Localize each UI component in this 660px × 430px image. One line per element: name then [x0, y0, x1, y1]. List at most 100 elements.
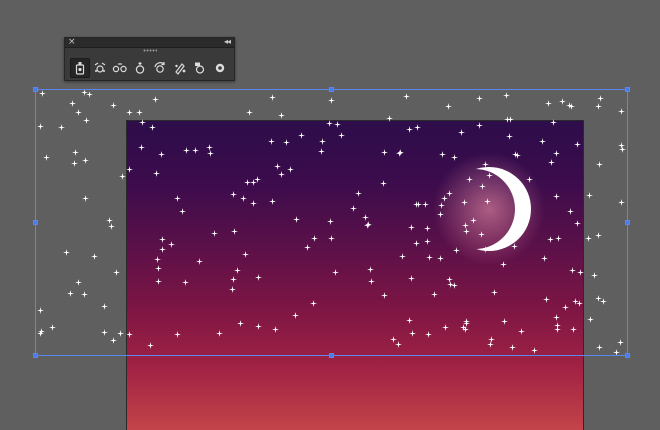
star-symbol[interactable]: [108, 222, 116, 230]
star-symbol[interactable]: [409, 330, 417, 338]
symbol-shifter-icon[interactable]: [90, 58, 109, 78]
star-symbol[interactable]: [158, 236, 166, 244]
star-symbol[interactable]: [311, 235, 319, 243]
panel-titlebar[interactable]: × ◂◂: [65, 37, 234, 48]
star-symbol[interactable]: [425, 254, 433, 262]
star-symbol[interactable]: [596, 161, 604, 169]
star-symbol[interactable]: [407, 223, 415, 231]
star-symbol[interactable]: [152, 170, 160, 178]
star-symbol[interactable]: [547, 159, 555, 167]
star-symbol[interactable]: [136, 108, 144, 116]
star-symbol[interactable]: [267, 137, 275, 145]
star-symbol[interactable]: [303, 243, 311, 251]
star-symbol[interactable]: [586, 316, 594, 324]
star-symbol[interactable]: [74, 278, 82, 286]
star-symbol[interactable]: [125, 330, 133, 338]
symbol-styler-icon[interactable]: [210, 58, 229, 78]
star-symbol[interactable]: [63, 249, 71, 257]
star-symbol[interactable]: [206, 150, 214, 158]
star-symbol[interactable]: [470, 216, 478, 224]
star-symbol[interactable]: [483, 198, 491, 206]
star-symbol[interactable]: [327, 97, 335, 105]
star-symbol[interactable]: [570, 326, 578, 334]
star-symbol[interactable]: [479, 183, 487, 191]
star-symbol[interactable]: [438, 202, 446, 210]
star-symbol[interactable]: [138, 119, 146, 127]
star-symbol[interactable]: [368, 277, 376, 285]
star-symbol[interactable]: [317, 147, 325, 155]
star-symbol[interactable]: [462, 222, 470, 230]
star-symbol[interactable]: [38, 90, 46, 98]
star-symbol[interactable]: [552, 192, 560, 200]
star-symbol[interactable]: [450, 154, 458, 162]
star-symbol[interactable]: [230, 275, 238, 283]
star-symbol[interactable]: [553, 314, 561, 322]
symbol-spinner-icon[interactable]: [150, 58, 169, 78]
star-symbol[interactable]: [67, 290, 75, 298]
star-symbol[interactable]: [211, 230, 219, 238]
handle-middle-left[interactable]: [33, 220, 38, 225]
handle-bottom-center[interactable]: [329, 353, 334, 358]
star-symbol[interactable]: [613, 348, 620, 356]
star-symbol[interactable]: [413, 123, 421, 131]
star-symbol[interactable]: [334, 120, 342, 128]
star-symbol[interactable]: [491, 288, 499, 296]
star-symbol[interactable]: [436, 255, 444, 263]
star-symbol[interactable]: [152, 96, 160, 104]
star-symbol[interactable]: [379, 180, 387, 188]
star-symbol[interactable]: [545, 100, 553, 108]
star-symbol[interactable]: [485, 171, 493, 179]
star-symbol[interactable]: [216, 329, 224, 337]
star-symbol[interactable]: [617, 338, 625, 346]
star-symbol[interactable]: [231, 227, 239, 235]
star-symbol[interactable]: [586, 192, 594, 200]
star-symbol[interactable]: [243, 178, 251, 186]
star-symbol[interactable]: [287, 165, 295, 173]
star-symbol[interactable]: [436, 211, 444, 219]
star-symbol[interactable]: [466, 176, 474, 184]
star-symbol[interactable]: [292, 312, 300, 320]
star-symbol[interactable]: [554, 326, 562, 334]
star-symbol[interactable]: [229, 191, 237, 199]
star-symbol[interactable]: [487, 340, 495, 348]
symbol-screener-icon[interactable]: [190, 58, 209, 78]
star-symbol[interactable]: [81, 157, 89, 165]
star-symbol[interactable]: [478, 230, 486, 238]
star-symbol[interactable]: [255, 273, 263, 281]
star-symbol[interactable]: [327, 218, 335, 226]
star-symbol[interactable]: [325, 120, 333, 128]
star-symbol[interactable]: [237, 319, 245, 327]
star-symbol[interactable]: [70, 160, 78, 168]
star-symbol[interactable]: [242, 251, 250, 259]
star-symbol[interactable]: [584, 234, 592, 242]
star-symbol[interactable]: [173, 194, 181, 202]
handle-middle-right[interactable]: [625, 220, 630, 225]
star-symbol[interactable]: [271, 326, 279, 334]
star-symbol[interactable]: [83, 116, 91, 124]
handle-bottom-left[interactable]: [33, 353, 38, 358]
star-symbol[interactable]: [58, 124, 66, 132]
star-symbol[interactable]: [72, 148, 80, 156]
handle-top-right[interactable]: [625, 87, 630, 92]
star-symbol[interactable]: [181, 279, 189, 287]
star-symbol[interactable]: [337, 131, 345, 139]
star-symbol[interactable]: [75, 109, 83, 117]
star-symbol[interactable]: [549, 118, 557, 126]
artboard[interactable]: [126, 120, 584, 430]
star-symbol[interactable]: [403, 92, 411, 100]
star-symbol[interactable]: [457, 129, 465, 136]
star-symbol[interactable]: [125, 166, 133, 174]
star-symbol[interactable]: [399, 253, 407, 261]
star-symbol[interactable]: [37, 123, 45, 131]
star-symbol[interactable]: [146, 342, 154, 350]
star-symbol[interactable]: [406, 317, 414, 324]
star-symbol[interactable]: [153, 256, 161, 264]
star-symbol[interactable]: [617, 142, 625, 150]
star-symbol[interactable]: [446, 190, 454, 198]
star-symbol[interactable]: [555, 234, 563, 242]
star-symbol[interactable]: [255, 322, 263, 330]
star-symbol[interactable]: [278, 170, 286, 178]
star-symbol[interactable]: [109, 102, 117, 110]
symbol-sizer-icon[interactable]: [130, 58, 149, 78]
star-symbol[interactable]: [562, 303, 570, 311]
